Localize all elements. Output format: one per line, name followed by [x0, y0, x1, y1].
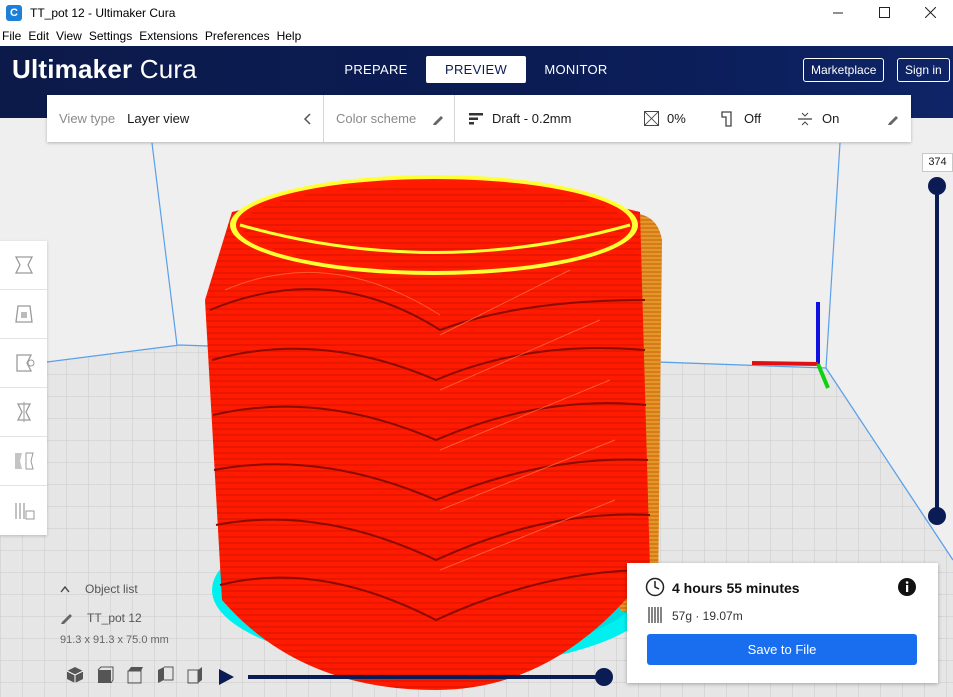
- per-model-settings-button[interactable]: [0, 437, 47, 486]
- menu-preferences[interactable]: Preferences: [205, 29, 274, 43]
- layer-number-field[interactable]: 374: [922, 153, 953, 172]
- clock-icon: [645, 577, 665, 597]
- view-type-label: View type: [59, 111, 116, 126]
- tab-prepare[interactable]: PREPARE: [326, 56, 426, 83]
- maximize-icon: [878, 7, 890, 18]
- stage-tabs: PREPARE PREVIEW MONITOR: [326, 56, 626, 83]
- color-scheme-label: Color scheme: [336, 111, 417, 126]
- adhesion-icon: [798, 111, 812, 127]
- support-icon: [721, 110, 735, 127]
- cube-3d-icon: [66, 667, 84, 683]
- support-blocker-button[interactable]: [0, 486, 47, 535]
- object-list-header: Object list: [85, 582, 138, 596]
- scale-icon: [14, 305, 33, 323]
- move-tool-button[interactable]: [0, 241, 47, 290]
- infill-value: 0%: [667, 111, 686, 126]
- layer-slider-lower-handle[interactable]: [928, 507, 946, 525]
- cube-top-icon: [127, 667, 143, 684]
- play-icon: [219, 669, 234, 685]
- menu-view[interactable]: View: [56, 29, 86, 43]
- view-type-selector[interactable]: View type Layer view: [47, 95, 324, 142]
- menu-edit[interactable]: Edit: [28, 29, 53, 43]
- print-time: 4 hours 55 minutes: [672, 580, 800, 596]
- view-right-button[interactable]: [180, 664, 210, 686]
- sign-in-button[interactable]: Sign in: [897, 58, 950, 82]
- layer-slider-upper-handle[interactable]: [928, 177, 946, 195]
- tab-monitor[interactable]: MONITOR: [526, 56, 626, 83]
- brand-name: Ultimaker: [12, 54, 133, 84]
- brand-logo: Ultimaker Cura: [12, 54, 197, 85]
- view-type-value: Layer view: [127, 111, 190, 126]
- maximize-button[interactable]: [861, 0, 907, 25]
- view-front-button[interactable]: [90, 664, 120, 686]
- scale-tool-button[interactable]: [0, 290, 47, 339]
- view-toolbar: View type Layer view Color scheme Draft …: [47, 95, 911, 142]
- pencil-icon: [61, 614, 72, 624]
- support-blocker-icon: [14, 502, 34, 519]
- object-list-toggle[interactable]: Object list: [60, 580, 142, 598]
- menu-help[interactable]: Help: [277, 29, 306, 43]
- window-controls: [815, 0, 953, 25]
- cube-right-icon: [187, 667, 202, 684]
- pencil-icon: [887, 113, 899, 125]
- mirror-icon: [16, 402, 31, 422]
- close-button[interactable]: [907, 0, 953, 25]
- save-to-file-button[interactable]: Save to File: [647, 634, 917, 665]
- move-icon: [14, 256, 33, 274]
- rotate-tool-button[interactable]: [0, 339, 47, 388]
- tab-preview[interactable]: PREVIEW: [426, 56, 526, 83]
- support-value: Off: [744, 111, 762, 126]
- infill-icon: [644, 111, 659, 126]
- minimize-button[interactable]: [815, 0, 861, 25]
- filament-icon: [648, 607, 662, 623]
- menu-bar: File Edit View Settings Extensions Prefe…: [0, 25, 953, 46]
- info-icon[interactable]: [897, 577, 917, 597]
- cura-icon: C: [6, 4, 22, 21]
- window-title: TT_pot 12 - Ultimaker Cura: [30, 5, 176, 20]
- minimize-icon: [832, 12, 843, 14]
- menu-file[interactable]: File: [2, 29, 25, 43]
- chevron-up-icon: [60, 585, 70, 593]
- chevron-left-icon: [303, 112, 311, 125]
- view-top-button[interactable]: [120, 664, 150, 686]
- menu-settings[interactable]: Settings: [89, 29, 136, 43]
- layer-slider-track[interactable]: [935, 186, 939, 516]
- path-slider-handle[interactable]: [595, 668, 613, 686]
- brand-product: Cura: [139, 54, 197, 84]
- color-scheme-selector[interactable]: Color scheme: [324, 95, 455, 142]
- mirror-tool-button[interactable]: [0, 388, 47, 437]
- menu-extensions[interactable]: Extensions: [139, 29, 202, 43]
- per-model-settings-icon: [14, 452, 34, 470]
- path-slider-track[interactable]: [248, 675, 606, 679]
- object-name: TT_pot 12: [87, 611, 142, 625]
- object-list: Object list TT_pot 12: [60, 580, 142, 627]
- profile-value: Draft - 0.2mm: [492, 111, 572, 126]
- print-info-panel: 4 hours 55 minutes 57g · 19.07m Save to …: [627, 563, 938, 683]
- object-dimensions: 91.3 x 91.3 x 75.0 mm: [60, 634, 169, 646]
- material-usage: 57g · 19.07m: [672, 609, 743, 623]
- rotate-icon: [15, 354, 34, 372]
- close-icon: [924, 7, 936, 18]
- marketplace-button[interactable]: Marketplace: [803, 58, 885, 82]
- camera-view-buttons: [60, 664, 210, 686]
- view-left-button[interactable]: [150, 664, 180, 686]
- tool-panel: [0, 241, 47, 535]
- cube-left-icon: [158, 666, 174, 683]
- pencil-icon: [432, 113, 444, 125]
- profile-icon: [469, 112, 483, 126]
- print-settings-selector[interactable]: Draft - 0.2mm 0% Off On: [455, 95, 911, 142]
- title-bar: C TT_pot 12 - Ultimaker Cura: [0, 0, 953, 25]
- simulation-play-button[interactable]: [217, 667, 235, 690]
- adhesion-value: On: [822, 111, 840, 126]
- cube-front-icon: [97, 666, 114, 684]
- view-3d-button[interactable]: [60, 664, 90, 686]
- object-list-item[interactable]: TT_pot 12: [60, 609, 142, 627]
